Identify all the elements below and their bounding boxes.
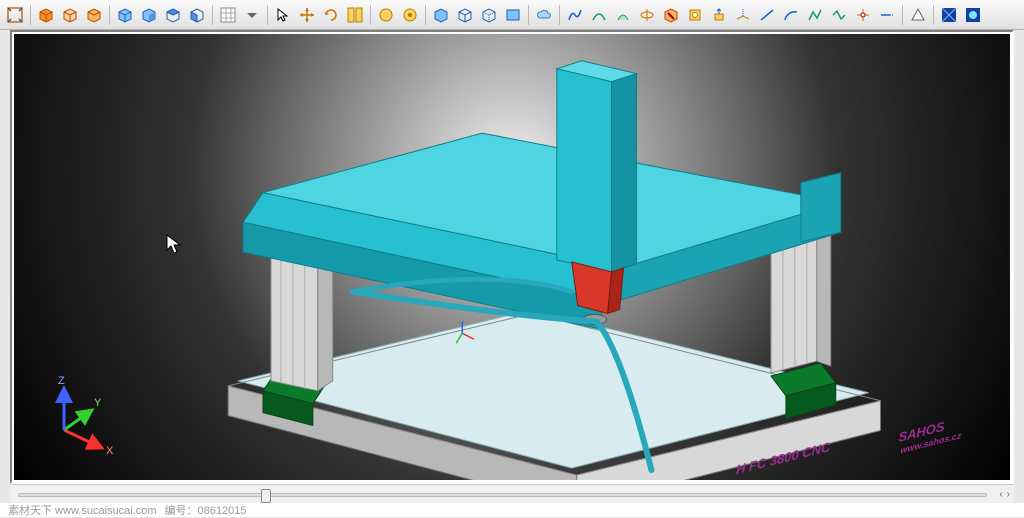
toolbar-separator (902, 5, 903, 25)
box-top-icon[interactable] (162, 4, 184, 26)
box-solid-icon[interactable] (35, 4, 57, 26)
toolbar-separator (30, 5, 31, 25)
cursor-select-icon[interactable] (272, 4, 294, 26)
trim-icon[interactable] (852, 4, 874, 26)
revolve-icon[interactable] (636, 4, 658, 26)
box-side-icon[interactable] (186, 4, 208, 26)
face-select-icon[interactable] (375, 4, 397, 26)
fit-view-icon[interactable] (4, 4, 26, 26)
viewport-frame: H FC 3800 CNC SAHOS www.sahos.cz (10, 30, 1014, 484)
main-toolbar (0, 0, 1024, 30)
render-blue-icon[interactable] (938, 4, 960, 26)
box-iso-icon[interactable] (114, 4, 136, 26)
arc-icon[interactable] (780, 4, 802, 26)
cad-model: H FC 3800 CNC SAHOS www.sahos.cz (14, 34, 1010, 480)
path-icon[interactable] (828, 4, 850, 26)
box-hollow-icon[interactable] (59, 4, 81, 26)
sweep-icon[interactable] (612, 4, 634, 26)
line-icon[interactable] (756, 4, 778, 26)
slider-thumb[interactable] (261, 489, 271, 503)
extend-icon[interactable] (876, 4, 898, 26)
face-mode-icon[interactable] (502, 4, 524, 26)
toolbar-separator (559, 5, 560, 25)
grid-icon[interactable] (217, 4, 239, 26)
timeline-slider[interactable] (18, 493, 987, 497)
rotate-icon[interactable] (320, 4, 342, 26)
hidden-line-icon[interactable] (478, 4, 500, 26)
render-glow-icon[interactable] (962, 4, 984, 26)
cut-icon[interactable] (660, 4, 682, 26)
split-view-icon[interactable] (344, 4, 366, 26)
triangle-icon[interactable] (907, 4, 929, 26)
face-alt-icon[interactable] (399, 4, 421, 26)
toolbar-separator (267, 5, 268, 25)
bottom-scroll-area: ‹ › (10, 484, 1014, 504)
watermark-site: 素材天下 www.sucaisucai.com (8, 502, 157, 518)
watermark-id: 编号：08612015 (165, 502, 247, 518)
wireframe-icon[interactable] (454, 4, 476, 26)
pager: ‹ › (995, 489, 1014, 500)
curve-icon[interactable] (588, 4, 610, 26)
toolbar-separator (933, 5, 934, 25)
hole-icon[interactable] (684, 4, 706, 26)
pager-prev[interactable]: ‹ (999, 489, 1002, 500)
cloud-icon[interactable] (533, 4, 555, 26)
watermark-bar: 素材天下 www.sucaisucai.com 编号：08612015 (0, 503, 1024, 517)
cad-viewport[interactable]: H FC 3800 CNC SAHOS www.sahos.cz (14, 34, 1010, 480)
extrude-icon[interactable] (708, 4, 730, 26)
move-icon[interactable] (296, 4, 318, 26)
box-front-icon[interactable] (138, 4, 160, 26)
toolbar-separator (109, 5, 110, 25)
spline-icon[interactable] (564, 4, 586, 26)
project-icon[interactable] (732, 4, 754, 26)
pager-next[interactable]: › (1007, 489, 1010, 500)
toolbar-separator (425, 5, 426, 25)
toolbar-separator (528, 5, 529, 25)
toolbar-separator (212, 5, 213, 25)
box-alt-icon[interactable] (83, 4, 105, 26)
dropdown-icon[interactable] (241, 4, 263, 26)
box-iso2-icon[interactable] (430, 4, 452, 26)
sketch-icon[interactable] (804, 4, 826, 26)
toolbar-separator (370, 5, 371, 25)
